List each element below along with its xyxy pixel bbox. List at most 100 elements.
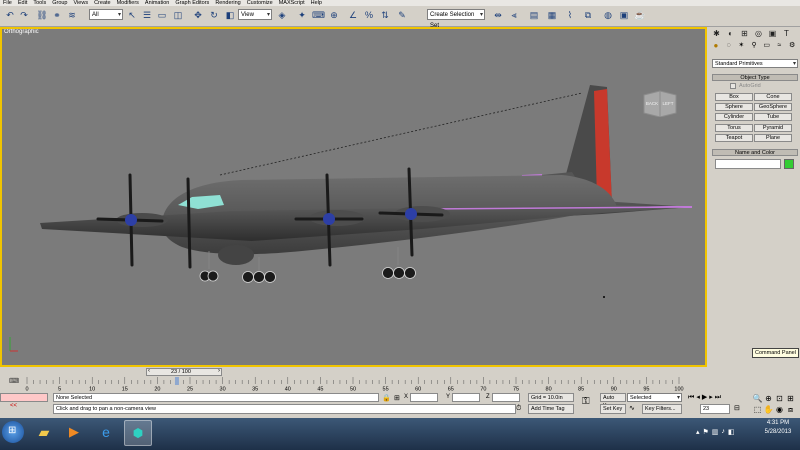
angle-snap-icon[interactable]: ∠ — [347, 9, 359, 21]
unlink-icon[interactable]: ⚭ — [51, 9, 63, 21]
spinner-snap-icon[interactable]: ⇅ — [379, 9, 391, 21]
box-button[interactable]: Box — [715, 93, 753, 101]
material-editor-icon[interactable]: ◍ — [602, 9, 614, 21]
name-color-rollout[interactable]: Name and Color — [712, 149, 798, 156]
named-selection-dropdown[interactable]: Create Selection Set — [427, 9, 485, 29]
zoom-all-icon[interactable]: ⊕ — [763, 393, 774, 404]
curve-editor-icon[interactable]: ⌇ — [564, 9, 576, 21]
cylinder-button[interactable]: Cylinder — [715, 113, 753, 121]
tray-app-icon[interactable]: ◧ — [728, 428, 735, 438]
graphite-ribbon-icon[interactable]: ▦ — [546, 9, 558, 21]
snaps-toggle-icon[interactable]: ⊕ — [328, 9, 340, 21]
layer-manager-icon[interactable]: ▤ — [528, 9, 540, 21]
auto-key-button[interactable]: Auto Key — [600, 393, 626, 409]
keyboard-shortcut-icon[interactable]: ⌨ — [312, 9, 325, 21]
y-coord-input[interactable] — [452, 393, 480, 402]
select-object-icon[interactable]: ↖ — [126, 9, 138, 21]
zoom-extents-all-icon[interactable]: ⊞ — [785, 393, 796, 404]
3dsmax-taskbar-icon[interactable]: ⬢ — [124, 420, 152, 446]
schematic-view-icon[interactable]: ⧉ — [582, 9, 594, 21]
maximize-viewport-icon[interactable]: ⧈ — [785, 404, 796, 415]
select-by-name-icon[interactable]: ☰ — [141, 9, 153, 21]
orbit-icon[interactable]: ◉ — [774, 404, 785, 415]
utilities-tab-icon[interactable]: T — [780, 29, 793, 39]
hierarchy-tab-icon[interactable]: ⊞ — [738, 29, 751, 39]
maxscript-expand-label[interactable]: << — [10, 403, 17, 409]
shapes-icon[interactable]: ◌ — [723, 41, 735, 51]
internet-explorer-taskbar-icon[interactable]: e — [94, 421, 118, 443]
current-frame-input[interactable]: 23 — [700, 404, 730, 414]
pyramid-button[interactable]: Pyramid — [754, 124, 792, 132]
select-link-icon[interactable]: ⛓ — [36, 9, 48, 21]
render-setup-icon[interactable]: ▣ — [618, 9, 630, 21]
object-color-swatch[interactable] — [784, 159, 794, 169]
reference-coord-dropdown[interactable]: View — [238, 9, 272, 21]
add-time-tag-button[interactable]: Add Time Tag — [528, 404, 574, 414]
key-mode-dropdown[interactable]: Selected — [627, 393, 682, 402]
goto-start-icon[interactable]: ⏮ — [688, 393, 694, 402]
time-tag-icon[interactable]: ⏱ — [516, 405, 521, 413]
rotate-icon[interactable]: ↻ — [208, 9, 220, 21]
lock-selection-icon[interactable]: 🔒 — [382, 394, 391, 402]
undo-icon[interactable]: ↶ — [4, 9, 16, 21]
prev-frame-icon[interactable]: ◂ — [696, 393, 700, 402]
x-coord-input[interactable] — [410, 393, 438, 402]
goto-end-icon[interactable]: ⏭ — [715, 393, 721, 402]
tray-expand-icon[interactable]: ▴ — [696, 428, 700, 438]
zoom-extents-icon[interactable]: ⊡ — [774, 393, 785, 404]
default-tangent-icon[interactable]: ∿ — [629, 404, 635, 412]
play-icon[interactable]: ▶ — [702, 393, 707, 402]
select-manipulate-icon[interactable]: ✦ — [296, 9, 308, 21]
time-slider[interactable]: ‹ 23 / 100 › — [146, 368, 222, 376]
window-crossing-icon[interactable]: ◫ — [172, 9, 184, 21]
viewport-orthographic[interactable]: Orthographic BACK LEFT — [0, 27, 707, 367]
category-dropdown[interactable]: Standard Primitives — [712, 59, 798, 68]
torus-button[interactable]: Torus — [715, 124, 753, 132]
create-tab-icon[interactable]: ✱ — [710, 29, 723, 39]
modify-tab-icon[interactable]: ◐ — [724, 29, 737, 39]
spacewarps-icon[interactable]: ≈ — [774, 41, 786, 51]
time-config-icon[interactable]: ⊟ — [734, 404, 740, 412]
plane-button[interactable]: Plane — [754, 134, 792, 142]
next-frame-icon[interactable]: ▸ — [709, 393, 713, 402]
percent-snap-icon[interactable]: % — [363, 9, 375, 21]
teapot-button[interactable]: Teapot — [715, 134, 753, 142]
network-icon[interactable]: ▥ — [712, 428, 719, 438]
geometry-icon[interactable]: ● — [710, 41, 722, 51]
cameras-icon[interactable]: ⚲ — [748, 41, 760, 51]
key-filters-button[interactable]: Key Filters... — [642, 404, 682, 414]
bind-spacewarp-icon[interactable]: ≋ — [66, 9, 78, 21]
clock[interactable]: 4:31 PM 5/28/2013 — [758, 419, 798, 437]
display-tab-icon[interactable]: ▣ — [766, 29, 779, 39]
scale-icon[interactable]: ◧ — [224, 9, 236, 21]
object-type-rollout[interactable]: Object Type — [712, 74, 798, 81]
action-center-icon[interactable]: ⚑ — [703, 428, 709, 438]
helpers-icon[interactable]: ▭ — [761, 41, 773, 51]
cone-button[interactable]: Cone — [754, 93, 792, 101]
geosphere-button[interactable]: GeoSphere — [754, 103, 792, 111]
set-key-button[interactable]: Set Key — [600, 404, 626, 414]
maxscript-listener[interactable] — [0, 393, 48, 402]
edit-named-selection-icon[interactable]: ✎ — [396, 9, 408, 21]
systems-icon[interactable]: ⚙ — [786, 41, 798, 51]
zoom-region-icon[interactable]: ⬚ — [752, 404, 763, 415]
tube-button[interactable]: Tube — [754, 113, 792, 121]
move-icon[interactable]: ✥ — [192, 9, 204, 21]
slider-next-icon[interactable]: › — [218, 368, 220, 374]
slider-prev-icon[interactable]: ‹ — [148, 368, 150, 374]
redo-icon[interactable]: ↷ — [18, 9, 30, 21]
motion-tab-icon[interactable]: ◎ — [752, 29, 765, 39]
mirror-icon[interactable]: ⇹ — [492, 9, 504, 21]
z-coord-input[interactable] — [492, 393, 520, 402]
zoom-icon[interactable]: 🔍 — [752, 393, 763, 404]
media-player-taskbar-icon[interactable]: ▶ — [62, 421, 86, 443]
viewcube-left-label[interactable]: LEFT — [662, 101, 673, 106]
rect-selection-icon[interactable]: ▭ — [156, 9, 168, 21]
lights-icon[interactable]: ✶ — [735, 41, 747, 51]
autogrid-checkbox[interactable] — [730, 83, 736, 89]
airplane-model[interactable] — [2, 29, 705, 365]
pan-view-icon[interactable]: ✋ — [763, 404, 774, 415]
explorer-taskbar-icon[interactable]: ▰ — [32, 421, 56, 443]
selection-filter-dropdown[interactable]: All — [89, 9, 123, 21]
pivot-center-icon[interactable]: ◈ — [276, 9, 288, 21]
